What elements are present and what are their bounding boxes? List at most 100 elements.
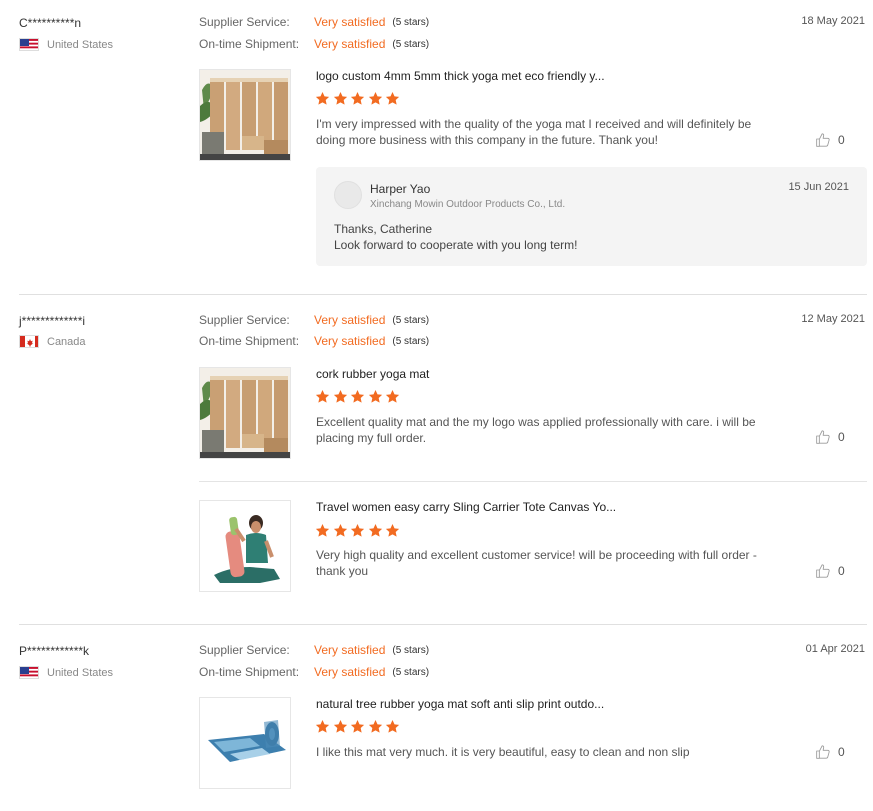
supplier-service-value: Very satisfied (314, 313, 386, 327)
star-icon (315, 389, 330, 404)
product-review: cork rubber yoga mat Excellent quality m… (199, 367, 867, 462)
product-title[interactable]: cork rubber yoga mat (316, 367, 429, 381)
supplier-service-label: Supplier Service: (199, 313, 290, 327)
product-review: natural tree rubber yoga mat soft anti s… (199, 697, 867, 792)
country-label: United States (47, 666, 114, 679)
on-time-shipment-stars: (5 stars) (392, 666, 430, 678)
buyer-country: United States (19, 38, 113, 51)
product-image[interactable] (199, 69, 291, 161)
review-divider (19, 624, 867, 625)
on-time-shipment-label: On-time Shipment: (199, 334, 300, 348)
supplier-service-stars: (5 stars) (392, 16, 430, 28)
supplier-service-label: Supplier Service: (199, 15, 290, 29)
star-icon (368, 91, 383, 106)
star-icon (385, 523, 400, 538)
product-review: logo custom 4mm 5mm thick yoga met eco f… (199, 69, 867, 164)
review-divider (19, 294, 867, 295)
cork-yoga-mats-photo-icon (200, 368, 290, 458)
reply-line: Look forward to cooperate with you long … (334, 238, 578, 252)
star-icon (350, 719, 365, 734)
on-time-shipment-value: Very satisfied (314, 334, 386, 348)
star-icon (368, 523, 383, 538)
product-image[interactable] (199, 697, 291, 789)
review-date: 12 May 2021 (801, 313, 865, 325)
avatar (334, 181, 362, 209)
product-title[interactable]: natural tree rubber yoga mat soft anti s… (316, 697, 604, 711)
product-title[interactable]: Travel women easy carry Sling Carrier To… (316, 500, 616, 514)
like-button[interactable]: 0 (815, 744, 845, 760)
like-button[interactable]: 0 (815, 563, 845, 579)
buyer-country: Canada (19, 335, 86, 348)
like-count: 0 (838, 564, 845, 578)
thumbs-up-icon (815, 429, 831, 445)
reply-text: Thanks, Catherine Look forward to cooper… (334, 221, 577, 253)
star-icon (350, 389, 365, 404)
review-text: Very high quality and excellent customer… (316, 548, 757, 578)
supplier-service-rating: Supplier Service: Very satisfied (5 star… (199, 15, 429, 29)
on-time-shipment-stars: (5 stars) (392, 335, 430, 347)
reply-company-name: Xinchang Mowin Outdoor Products Co., Ltd… (370, 199, 566, 210)
product-rating-stars (315, 523, 403, 538)
like-button[interactable]: 0 (815, 429, 845, 445)
on-time-shipment-value: Very satisfied (314, 37, 386, 51)
thumbs-up-icon (815, 744, 831, 760)
buyer-name: P************k (19, 644, 90, 658)
review-text: Excellent quality mat and the my logo wa… (316, 415, 756, 445)
supplier-service-value: Very satisfied (314, 15, 386, 29)
product-rating-stars (315, 389, 403, 404)
us-flag-icon (19, 666, 39, 679)
like-count: 0 (838, 745, 845, 759)
review-text: I'm very impressed with the quality of t… (316, 117, 752, 147)
review-text: I like this mat very much. it is very be… (316, 745, 690, 759)
product-image[interactable] (199, 367, 291, 459)
on-time-shipment-rating: On-time Shipment: Very satisfied (5 star… (199, 334, 429, 348)
star-icon (385, 719, 400, 734)
product-review: Travel women easy carry Sling Carrier To… (199, 500, 867, 595)
star-icon (385, 91, 400, 106)
like-count: 0 (838, 133, 845, 147)
reply-line: Thanks, Catherine (334, 222, 433, 236)
product-title[interactable]: logo custom 4mm 5mm thick yoga met eco f… (316, 69, 605, 83)
star-icon (315, 91, 330, 106)
blue-yoga-mat-photo-icon (200, 698, 290, 788)
star-icon (333, 719, 348, 734)
on-time-shipment-label: On-time Shipment: (199, 37, 300, 51)
product-divider (199, 481, 867, 482)
thumbs-up-icon (815, 132, 831, 148)
on-time-shipment-rating: On-time Shipment: Very satisfied (5 star… (199, 665, 429, 679)
star-icon (333, 91, 348, 106)
country-label: Canada (47, 335, 86, 348)
review-date: 18 May 2021 (801, 15, 865, 27)
buyer-country: United States (19, 666, 113, 679)
product-rating-stars (315, 91, 403, 106)
product-image[interactable] (199, 500, 291, 592)
star-icon (385, 389, 400, 404)
on-time-shipment-rating: On-time Shipment: Very satisfied (5 star… (199, 37, 429, 51)
supplier-service-value: Very satisfied (314, 643, 386, 657)
reply-author-name: Harper Yao (370, 182, 431, 196)
buyer-name: j*************i (19, 314, 86, 328)
star-icon (315, 719, 330, 734)
yoga-bag-woman-photo-icon (200, 501, 290, 591)
supplier-service-stars: (5 stars) (392, 314, 430, 326)
review-date: 01 Apr 2021 (805, 643, 865, 655)
star-icon (333, 523, 348, 538)
supplier-service-rating: Supplier Service: Very satisfied (5 star… (199, 313, 429, 327)
supplier-reply: Harper Yao Xinchang Mowin Outdoor Produc… (316, 167, 867, 266)
ca-flag-icon (19, 335, 39, 348)
star-icon (350, 91, 365, 106)
thumbs-up-icon (815, 563, 831, 579)
cork-yoga-mats-photo-icon (200, 70, 290, 160)
product-rating-stars (315, 719, 403, 734)
star-icon (315, 523, 330, 538)
country-label: United States (47, 38, 114, 51)
star-icon (368, 719, 383, 734)
supplier-service-stars: (5 stars) (392, 644, 430, 656)
supplier-service-label: Supplier Service: (199, 643, 290, 657)
on-time-shipment-stars: (5 stars) (392, 38, 430, 50)
reply-date: 15 Jun 2021 (788, 181, 849, 193)
us-flag-icon (19, 38, 39, 51)
on-time-shipment-value: Very satisfied (314, 665, 386, 679)
like-button[interactable]: 0 (815, 132, 845, 148)
supplier-service-rating: Supplier Service: Very satisfied (5 star… (199, 643, 429, 657)
